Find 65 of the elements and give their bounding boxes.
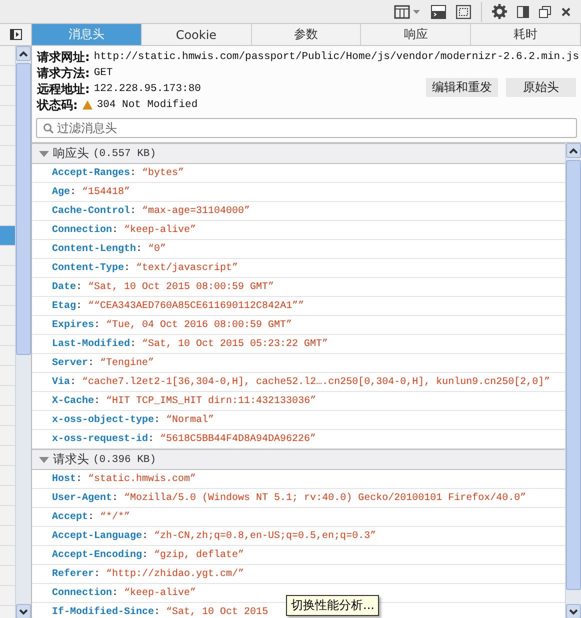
chevron-down-icon bbox=[19, 608, 28, 614]
action-button[interactable]: 编辑和重发 bbox=[426, 78, 498, 97]
settings-icon[interactable] bbox=[492, 4, 507, 19]
chevron-down-icon bbox=[569, 608, 578, 614]
header-line: X-Cache: “HIT TCP_IMS_HIT dirn:11:432133036” bbox=[52, 396, 316, 406]
caret-icon bbox=[39, 150, 49, 156]
field-label: 请求方法: bbox=[37, 64, 90, 82]
header-line: Date: “Sat, 10 Oct 2015 08:00:59 GMT” bbox=[52, 282, 274, 292]
header-line: Accept-Encoding: “gzip, deflate” bbox=[52, 550, 244, 560]
tab[interactable]: 参数 bbox=[252, 24, 362, 45]
header-line: Content-Type: “text/javascript” bbox=[52, 262, 238, 274]
scrollbar[interactable] bbox=[565, 143, 581, 618]
scroll-up-button[interactable] bbox=[16, 46, 31, 61]
header-line: x-oss-object-type: “Normal” bbox=[52, 414, 214, 426]
section-header[interactable]: 请求头 (0.396 KB) bbox=[32, 449, 565, 470]
field-value: http://static.hmwis.com/passport/Public/Home/js/vendor/modernizr-2.6.2.min.js bbox=[94, 51, 579, 63]
action-button[interactable]: 原始头 bbox=[506, 78, 576, 97]
caret-icon bbox=[39, 456, 49, 462]
header-line: Last-Modified: “Sat, 10 Oct 2015 05:23:22 GMT” bbox=[52, 338, 328, 350]
header-line: Accept: “*/*” bbox=[52, 512, 130, 522]
header-line: Host: “static.hmwis.com” bbox=[52, 474, 196, 484]
scroll-down-button[interactable] bbox=[16, 604, 31, 618]
search-icon bbox=[43, 123, 54, 134]
screenshot-icon[interactable] bbox=[456, 4, 471, 18]
header-line: Via: “cache7.l2et2-1[36,304-0,H], cache52.l2….cn250[0,304-0,H], kunlun9.cn250[2,0]” bbox=[52, 376, 550, 388]
header-line: Connection: “keep-alive” bbox=[52, 588, 196, 598]
header-line: Connection: “keep-alive” bbox=[52, 224, 196, 236]
field-label: 请求网址: bbox=[37, 48, 90, 66]
request-row[interactable] bbox=[0, 226, 15, 246]
chevron-up-icon bbox=[569, 148, 578, 154]
tooltip: 切换性能分析... bbox=[286, 595, 380, 616]
header-line: Age: “154418” bbox=[52, 186, 130, 198]
scroll-down-button[interactable] bbox=[566, 604, 581, 618]
warning-icon bbox=[82, 100, 93, 110]
dock-side-icon[interactable] bbox=[517, 6, 529, 18]
field-value: 122.228.95.173:80 bbox=[94, 83, 201, 95]
header-line: Content-Length: “0” bbox=[52, 244, 166, 254]
filter-field[interactable]: 过滤消息头 bbox=[36, 118, 577, 138]
header-line: Accept-Ranges: “bytes” bbox=[52, 168, 184, 178]
tab[interactable]: Cookie bbox=[142, 24, 252, 45]
header-line: Accept-Language: “zh-CN,zh;q=0.8,en-US;q=0.5,en;q=0.3” bbox=[52, 530, 376, 542]
header-line: Server: “Tengine” bbox=[52, 358, 154, 368]
scroll-up-button[interactable] bbox=[566, 143, 581, 158]
tab[interactable]: 耗时 bbox=[471, 24, 581, 45]
header-line: x-oss-request-id: “5618C5BB44F4D8A94DA96226” bbox=[52, 434, 316, 444]
scroll-thumb[interactable] bbox=[566, 160, 581, 590]
layout-icon[interactable] bbox=[394, 4, 421, 18]
header-line: Cache-Control: “max-age=31104000” bbox=[52, 206, 250, 216]
field-value: 304 Not Modified bbox=[96, 99, 198, 111]
section-header[interactable]: 响应头 (0.557 KB) bbox=[32, 143, 565, 164]
header-line: Expires: “Tue, 04 Oct 2016 08:00:59 GMT” bbox=[52, 320, 292, 330]
tab[interactable]: 响应 bbox=[361, 24, 472, 45]
close-icon[interactable] bbox=[561, 6, 571, 16]
header-line: User-Agent: “Mozilla/5.0 (Windows NT 5.1; rv:40.0) Gecko/20100101 Firefox/40.0” bbox=[52, 492, 526, 504]
scrollbar[interactable] bbox=[15, 46, 31, 618]
field-label: 状态码: bbox=[37, 96, 78, 114]
scroll-thumb[interactable] bbox=[16, 63, 31, 355]
field-label: 远程地址: bbox=[37, 80, 90, 98]
console-icon[interactable] bbox=[431, 4, 446, 18]
window-icon[interactable] bbox=[539, 6, 551, 18]
chevron-up-icon bbox=[19, 50, 28, 56]
header-line: Referer: “http://zhidao.ygt.cm/” bbox=[52, 568, 244, 580]
field-value: GET bbox=[94, 67, 113, 79]
header-line: If-Modified-Since: “Sat, 10 Oct 2015 bbox=[52, 606, 268, 618]
header-line: Etag: ““CEA343AED760A85CE611690112C842A1”” bbox=[52, 300, 304, 312]
